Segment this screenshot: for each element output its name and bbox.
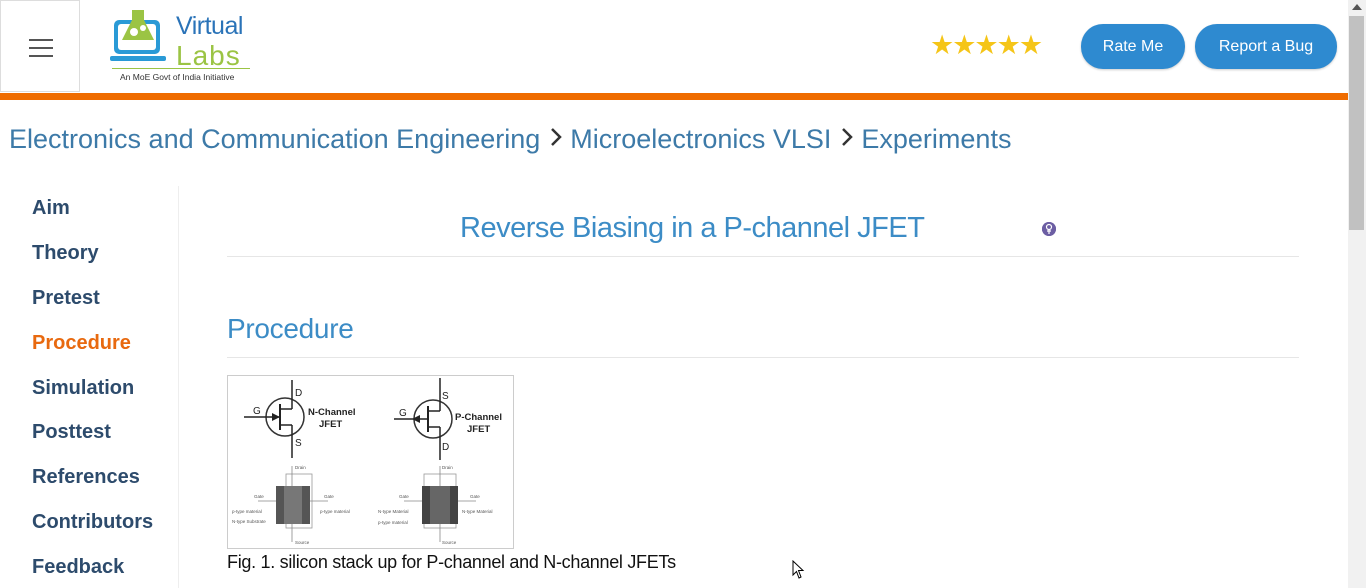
figure-caption: Fig. 1. silicon stack up for P-channel a…	[227, 552, 676, 572]
sidebar-item-references[interactable]: References	[32, 466, 140, 489]
breadcrumb-item-department[interactable]: Electronics and Communication Engineerin…	[9, 124, 540, 155]
scrollbar-thumb[interactable]	[1349, 16, 1364, 230]
p-channel-label-2: JFET	[467, 424, 490, 435]
menu-hamburger-button[interactable]	[0, 0, 80, 92]
p-pin-s: S	[442, 391, 449, 402]
sidebar-item-aim[interactable]: Aim	[32, 197, 70, 220]
sidebar-nav: Aim Theory Pretest Procedure Simulation …	[0, 186, 179, 588]
p-layer-ptype: p-type material	[378, 520, 408, 525]
n-channel-label-2: JFET	[319, 419, 342, 430]
n-layer-drain: Drain	[295, 465, 306, 470]
p-layer-gate-right: Gate	[470, 494, 480, 499]
p-layer-source: Source	[442, 540, 457, 545]
menu-icon-bar	[29, 39, 53, 41]
logo-divider	[112, 68, 250, 69]
accessibility-icon[interactable]	[1042, 222, 1056, 236]
breadcrumb: Electronics and Communication Engineerin…	[9, 124, 1011, 155]
p-pin-g: G	[399, 408, 407, 419]
sidebar-item-feedback[interactable]: Feedback	[32, 556, 124, 579]
sidebar-item-theory[interactable]: Theory	[32, 242, 99, 265]
logo-tagline: An MoE Govt of India Initiative	[120, 72, 235, 82]
p-layer-gate-left: Gate	[399, 494, 409, 499]
section-title: Procedure	[227, 313, 354, 344]
breadcrumb-item-lab[interactable]: Microelectronics VLSI	[570, 124, 831, 155]
n-pin-d: D	[295, 388, 302, 399]
sidebar-item-simulation[interactable]: Simulation	[32, 377, 134, 400]
sidebar-item-posttest[interactable]: Posttest	[32, 421, 111, 444]
report-bug-button[interactable]: Report a Bug	[1195, 24, 1337, 69]
n-channel-label: N-Channel	[308, 407, 356, 418]
mouse-cursor-icon	[792, 560, 805, 579]
n-layer-ntype: N-type Substrate	[232, 519, 266, 524]
n-layer-ptype: p-type material	[232, 509, 262, 514]
n-pin-g: G	[253, 406, 261, 417]
experiment-title: Reverse Biasing in a P-channel JFET	[460, 212, 925, 244]
n-layer-source: Source	[295, 540, 310, 545]
p-channel-stack: Drain Gate Gate N-type Material N-type M…	[378, 465, 493, 545]
breadcrumb-item-experiments[interactable]: Experiments	[861, 124, 1011, 155]
sidebar-item-pretest[interactable]: Pretest	[32, 287, 100, 310]
n-channel-stack: Drain Gate Gate p-type material p-type m…	[232, 465, 350, 545]
virtual-labs-logo[interactable]: Virtual Labs An MoE Govt of India Initia…	[110, 6, 260, 86]
n-channel-symbol: G D S N-Channel JFET	[244, 380, 356, 458]
rate-me-button[interactable]: Rate Me	[1081, 24, 1185, 69]
p-layer-ntype-right: N-type Material	[462, 509, 493, 514]
n-layer-ptype-right: p-type material	[320, 509, 350, 514]
logo-text-virtual: Virtual	[176, 12, 243, 40]
scroll-up-arrow-icon[interactable]	[1352, 4, 1362, 10]
rating-stars: ★★★★★	[930, 30, 1043, 60]
chevron-right-icon	[841, 127, 854, 153]
jfet-diagram: G D S N-Channel JFET G S D P-Channel JFE…	[232, 378, 502, 545]
p-pin-d: D	[442, 442, 449, 453]
n-layer-gate-right: Gate	[324, 494, 334, 499]
logo-flask-icon	[110, 10, 166, 61]
title-divider	[227, 256, 1299, 257]
header-accent-bar	[0, 93, 1348, 100]
p-channel-label: P-Channel	[455, 412, 502, 423]
sidebar-item-contributors[interactable]: Contributors	[32, 511, 153, 534]
header: Virtual Labs An MoE Govt of India Initia…	[0, 0, 1348, 93]
sidebar-item-procedure[interactable]: Procedure	[32, 332, 131, 355]
menu-icon-bar	[29, 47, 53, 49]
section-divider	[227, 357, 1299, 358]
p-layer-drain: Drain	[442, 465, 453, 470]
jfet-figure: G D S N-Channel JFET G S D P-Channel JFE…	[227, 375, 514, 549]
p-channel-symbol: G S D P-Channel JFET	[394, 378, 502, 460]
p-layer-ntype: N-type Material	[378, 509, 409, 514]
menu-icon-bar	[29, 55, 53, 57]
n-layer-gate-left: Gate	[254, 494, 264, 499]
n-pin-s: S	[295, 438, 302, 449]
chevron-right-icon	[550, 127, 563, 153]
